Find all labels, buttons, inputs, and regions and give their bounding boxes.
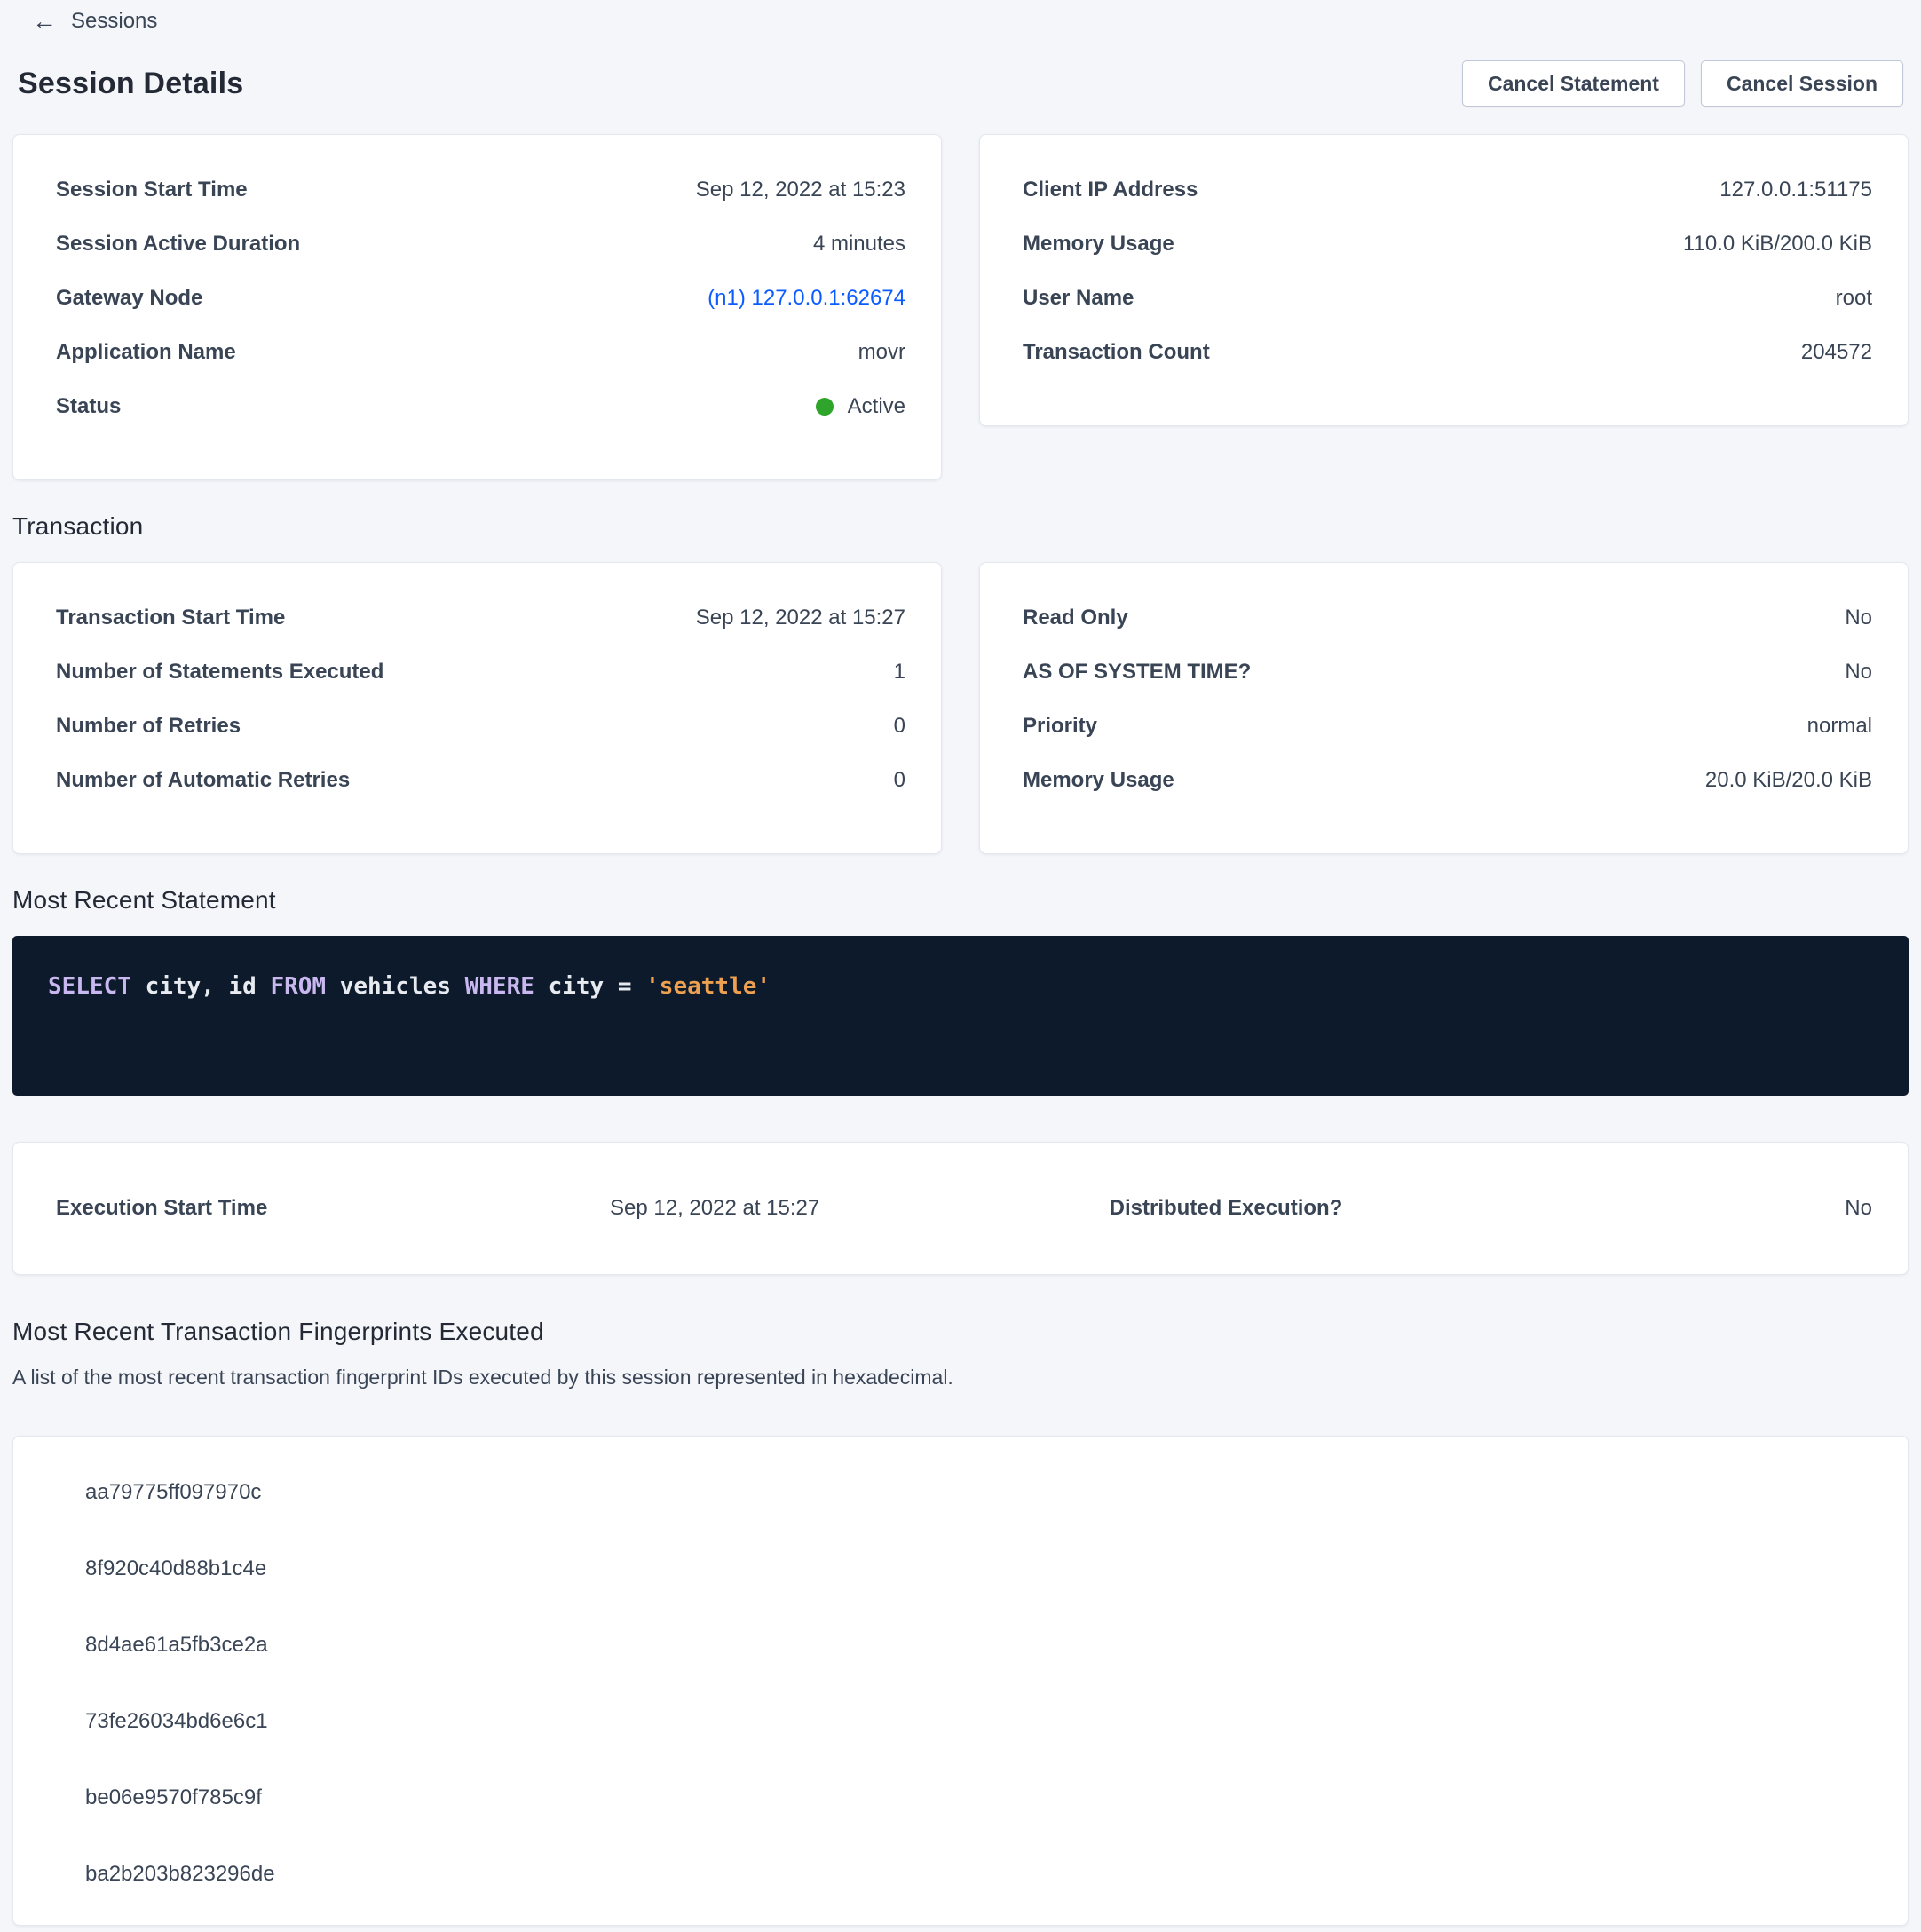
sql-statement-text: SELECT city, id FROM vehicles WHERE city…	[48, 973, 771, 1000]
summary-row: User Name root	[1023, 288, 1872, 309]
summary-row: AS OF SYSTEM TIME? No	[1023, 661, 1872, 683]
summary-label: Number of Automatic Retries	[56, 770, 350, 791]
summary-row: Priority normal	[1023, 716, 1872, 737]
status-text: Active	[848, 396, 905, 417]
breadcrumb-back-sessions[interactable]: ← Sessions	[32, 9, 157, 34]
transaction-fingerprint-id: 73fe26034bd6e6c1	[13, 1683, 1908, 1760]
gateway-node-link[interactable]: (n1) 127.0.0.1:62674	[708, 288, 905, 309]
summary-value: Sep 12, 2022 at 15:23	[696, 179, 905, 201]
summary-label: Session Active Duration	[56, 234, 300, 255]
summary-label: Application Name	[56, 342, 236, 363]
summary-value: 4 minutes	[813, 234, 905, 255]
header-actions: Cancel Statement Cancel Session	[1462, 60, 1903, 107]
fingerprints-card: aa79775ff097970c8f920c40d88b1c4e8d4ae61a…	[12, 1436, 1909, 1926]
summary-label: Gateway Node	[56, 288, 202, 309]
summary-label: Client IP Address	[1023, 179, 1198, 201]
execution-start-time-value: Sep 12, 2022 at 15:27	[610, 1198, 1110, 1219]
summary-row: Session Start Time Sep 12, 2022 at 15:23	[56, 179, 905, 201]
transaction-card-right: Read Only No AS OF SYSTEM TIME? No Priority n…	[979, 562, 1909, 854]
session-details-page: ← Sessions Session Details Cancel Statem…	[0, 0, 1921, 1926]
summary-value: Sep 12, 2022 at 15:27	[696, 607, 905, 629]
session-summary-card-right: Client IP Address 127.0.0.1:51175 Memory U…	[979, 134, 1909, 426]
summary-label: AS OF SYSTEM TIME?	[1023, 661, 1251, 683]
summary-row: Memory Usage 110.0 KiB/200.0 KiB	[1023, 234, 1872, 255]
summary-row: Number of Statements Executed 1	[56, 661, 905, 683]
cancel-session-button[interactable]: Cancel Session	[1701, 60, 1903, 107]
statement-section-heading: Most Recent Statement	[12, 886, 1909, 915]
transaction-fingerprint-id: be06e9570f785c9f	[13, 1760, 1908, 1836]
fingerprints-description: A list of the most recent transaction fi…	[12, 1366, 1909, 1390]
summary-label: Number of Statements Executed	[56, 661, 383, 683]
summary-value: No	[1845, 607, 1872, 629]
sql-token-keyword: WHERE	[465, 973, 534, 1000]
transaction-fingerprint-id: ba2b203b823296de	[13, 1836, 1908, 1912]
session-summary-row: Session Start TimeSep 12, 2022 at 15:23S…	[12, 134, 1909, 480]
sql-token-string: 'seattle'	[645, 973, 771, 1000]
breadcrumb-label: Sessions	[71, 9, 157, 34]
summary-row: Number of Retries 0	[56, 716, 905, 737]
execution-card: Execution Start Time Sep 12, 2022 at 15:…	[12, 1142, 1909, 1275]
sql-statement-box: SELECT city, id FROM vehicles WHERE city…	[12, 936, 1909, 1096]
page-header: Session Details Cancel Statement Cancel …	[12, 60, 1909, 107]
summary-value: root	[1836, 288, 1872, 309]
summary-value: 20.0 KiB/20.0 KiB	[1705, 770, 1872, 791]
sql-token-keyword: SELECT	[48, 973, 131, 1000]
execution-row: Execution Start Time Sep 12, 2022 at 15:…	[56, 1198, 1872, 1219]
summary-value: 1	[894, 661, 905, 683]
summary-row: Status Active	[56, 396, 905, 417]
summary-label: Read Only	[1023, 607, 1128, 629]
session-summary-card-left: Session Start TimeSep 12, 2022 at 15:23S…	[12, 134, 942, 480]
summary-row: Transaction Start Time Sep 12, 2022 at 15…	[56, 607, 905, 629]
summary-value: 0	[894, 716, 905, 737]
session-status: Active	[816, 396, 905, 417]
summary-row: Session Active Duration 4 minutes	[56, 234, 905, 255]
summary-label: Memory Usage	[1023, 770, 1174, 791]
sql-token-plain: city, id	[131, 973, 271, 1000]
summary-value: normal	[1807, 716, 1872, 737]
summary-row: Client IP Address 127.0.0.1:51175	[1023, 179, 1872, 201]
summary-label: Transaction Start Time	[56, 607, 285, 629]
execution-start-time-label: Execution Start Time	[56, 1198, 610, 1219]
cancel-statement-button[interactable]: Cancel Statement	[1462, 60, 1685, 107]
back-arrow-icon: ←	[32, 9, 57, 34]
summary-row: Memory Usage 20.0 KiB/20.0 KiB	[1023, 770, 1872, 791]
transaction-section-heading: Transaction	[12, 512, 1909, 541]
summary-value: movr	[858, 342, 905, 363]
sql-token-plain: city =	[534, 973, 645, 1000]
status-active-dot-icon	[816, 398, 834, 416]
sql-token-keyword: FROM	[270, 973, 326, 1000]
summary-value: No	[1845, 661, 1872, 683]
summary-value: 204572	[1801, 342, 1872, 363]
summary-value: 127.0.0.1:51175	[1719, 179, 1872, 201]
summary-label: Status	[56, 396, 121, 417]
transaction-card-left: Transaction Start Time Sep 12, 2022 at 15…	[12, 562, 942, 854]
transaction-fingerprint-id: 8f920c40d88b1c4e	[13, 1531, 1908, 1607]
summary-label: Priority	[1023, 716, 1097, 737]
fingerprints-section-heading: Most Recent Transaction Fingerprints Exe…	[12, 1318, 1909, 1346]
summary-label: Transaction Count	[1023, 342, 1210, 363]
distributed-execution-label: Distributed Execution?	[1110, 1198, 1600, 1219]
page-title: Session Details	[18, 67, 243, 101]
transaction-fingerprint-id: 8d4ae61a5fb3ce2a	[13, 1607, 1908, 1683]
summary-label: Session Start Time	[56, 179, 248, 201]
summary-row: Read Only No	[1023, 607, 1872, 629]
summary-row: Transaction Count 204572	[1023, 342, 1872, 363]
summary-value: 110.0 KiB/200.0 KiB	[1683, 234, 1872, 255]
summary-row: Gateway Node (n1) 127.0.0.1:62674	[56, 288, 905, 309]
summary-row: Number of Automatic Retries 0	[56, 770, 905, 791]
summary-value: 0	[894, 770, 905, 791]
summary-label: Number of Retries	[56, 716, 241, 737]
summary-label: Memory Usage	[1023, 234, 1174, 255]
distributed-execution-value: No	[1600, 1198, 1872, 1219]
summary-row: Application Name movr	[56, 342, 905, 363]
summary-label: User Name	[1023, 288, 1134, 309]
transaction-summary-row: Transaction Start Time Sep 12, 2022 at 15…	[12, 562, 1909, 854]
transaction-fingerprint-id: aa79775ff097970c	[13, 1454, 1908, 1531]
sql-token-plain: vehicles	[326, 973, 465, 1000]
